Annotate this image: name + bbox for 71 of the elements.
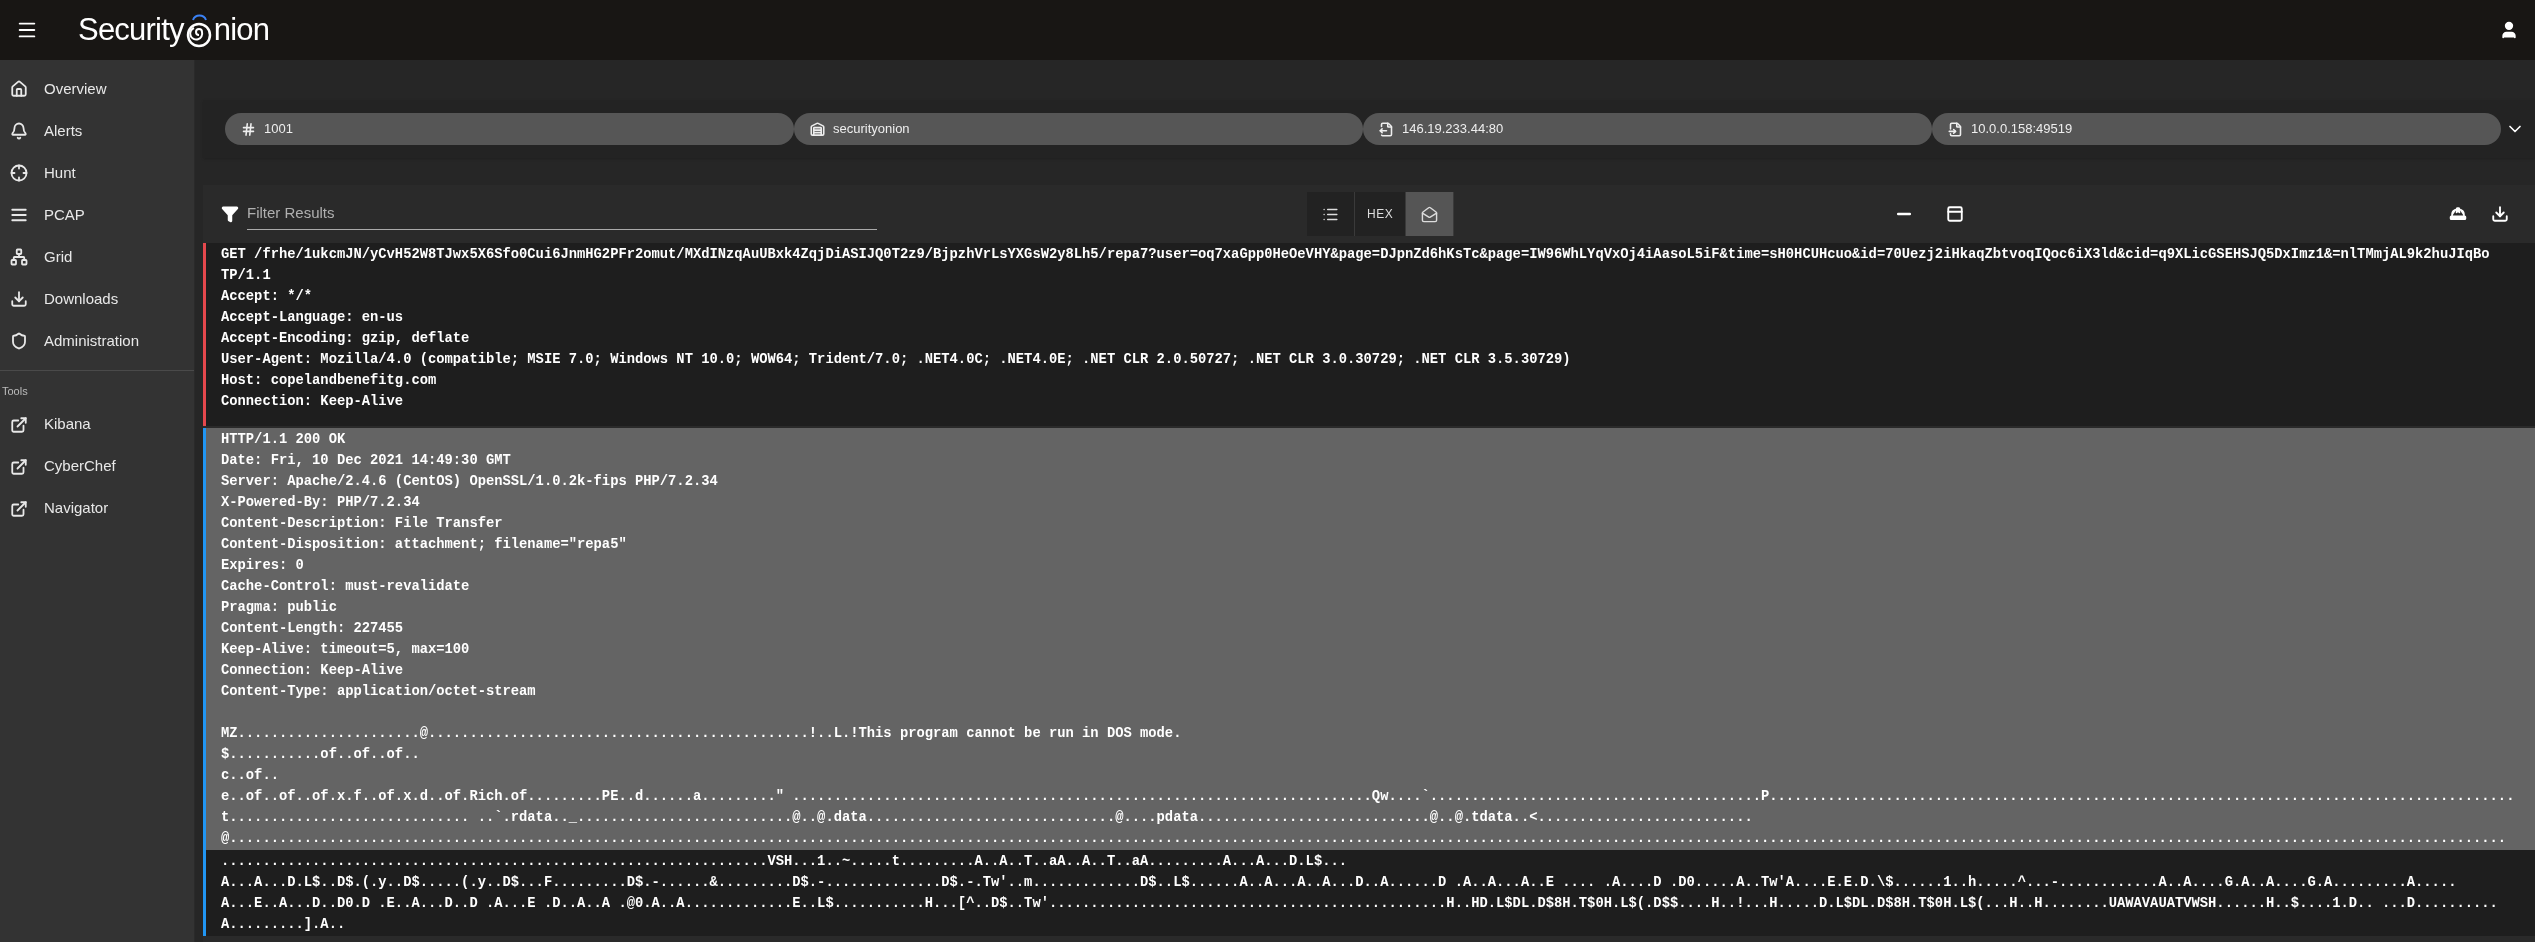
nav-item[interactable]: Alerts: [0, 110, 194, 152]
download-icon: [10, 290, 28, 308]
transcript-line: Content-Disposition: attachment; filename="repa5": [221, 536, 627, 554]
lines-icon: [10, 206, 28, 224]
filter-chip[interactable]: 1001: [225, 113, 794, 145]
transcript-line: A...E..A...D..D0.D .E..A...D..D .A...E .D..A..A .@0.A..A.............E..L$...........H...[^..D$..Tw'................................................H..HD.L$DL.D$8H.T$0H.L$(.D$$....H..!...H.....D.L$DL.D$8H.T$0H.L$(...H..H........UAWAVAUATVWSH......H..$....1.D.. ...D..........: [221, 895, 2498, 913]
transcript-line: GET /frhe/1ukcmJN/yCvH52W8TJwx5X6Sfo0Cui6JnmHG2PFr2omut/MXdINzqAuUBxk4ZqjDiASIJQ0T2z9/BjpzhVrLsYXGsW2y8Lh5/repa7?user=oq7xaGpp0HeOeVHY&page=DJpnZd6hKsTc&page=IW96WhLYqVxOj4iAasoL5iF&time=sH0HCUHcuo&id=70Uezj2iHkaqZbtvoqIQoc6iX3ld&cid=q9XLicGSEHSJQ5DxImz1&=nlTMmjAL9k2huJIqBo: [221, 246, 2490, 264]
logo-text: Security: [78, 10, 184, 49]
transcript-line: Keep-Alive: timeout=5, max=100: [221, 641, 470, 659]
transcript-line: Date: Fri, 10 Dec 2021 14:49:30 GMT: [221, 452, 511, 470]
transcript-line: c..of..: [221, 767, 279, 785]
mail-icon: [1421, 205, 1439, 223]
crosshair-icon: [10, 164, 28, 182]
hat-icon[interactable]: [2449, 205, 2467, 223]
transcript-line: MZ......................@..............................................!..L.!This program cannot be run in DOS mode.: [221, 725, 1182, 743]
transcript-line: $...........of..of..of..: [221, 746, 420, 764]
view-toggle[interactable]: [1307, 192, 1355, 236]
transcript-line: X-Powered-By: PHP/7.2.34: [221, 494, 420, 512]
transcript-line: Server: Apache/2.4.6 (CentOS) OpenSSL/1.0.2k-fips PHP/7.2.34: [221, 473, 718, 491]
transcript-line: Accept-Encoding: gzip, deflate: [221, 330, 470, 348]
network-icon: [10, 248, 28, 266]
filter-chip[interactable]: securityonion: [794, 113, 1363, 145]
nav-item[interactable]: Navigator: [0, 487, 194, 530]
filter-chip[interactable]: 10.0.0.158:49519: [1932, 113, 2501, 145]
transcript-line: Content-Length: 227455: [221, 620, 404, 638]
download-icon[interactable]: [2491, 205, 2509, 223]
nav-item[interactable]: Kibana: [0, 403, 194, 446]
external-link-icon: [10, 415, 28, 434]
nav-item[interactable]: Grid: [0, 236, 194, 278]
nav-item[interactable]: CyberChef: [0, 445, 194, 488]
transcript-line: A...A...D.L$..D$.(.y..D$.....(.y..D$...F.........D$.-......&.........D$.-..............D$.-.Tw'..m.............D$..L$......A..A...A..A...D..A......D .A..A...A..E .... .A....D .D0.....A..Tw'A....E.E.D.\$......1..h.....^...-............A..A....G.A..A....G.A.........A.....: [221, 874, 2457, 892]
logo-text: nion: [213, 10, 270, 49]
home-icon: [10, 80, 28, 98]
transcript-line: TP/1.1: [221, 267, 271, 285]
file-export-icon: [1379, 121, 1394, 137]
filter-field[interactable]: Filter Results: [247, 198, 877, 230]
view-toggle[interactable]: [1406, 192, 1455, 236]
bell-icon: [10, 122, 28, 140]
section-title: Tools: [1, 384, 29, 399]
transcript-line: User-Agent: Mozilla/4.0 (compatible; MSIE 7.0; Windows NT 10.0; WOW64; Trident/7.0; .NET4.0C; .NET4.0E; .NET CLR 2.0.50727; .NET CLR 3.0.30729; .NET CLR 3.5.30729): [221, 351, 1571, 369]
file-import-icon: [1948, 121, 1963, 137]
transcript-line: t............................. ..`.rdata.._..........................@..@.data..............................@....pdata............................@..@.tdata..<..........................: [221, 809, 1753, 827]
transcript-line: Accept-Language: en-us: [221, 309, 404, 327]
transcript-line: Connection: Keep-Alive: [221, 393, 404, 411]
transcript-line: Accept: */*: [221, 288, 313, 306]
filter-icon: [221, 205, 239, 223]
transcript-line: A.........].A..: [221, 916, 346, 934]
shield-icon: [10, 332, 28, 350]
nav-item[interactable]: Overview: [0, 68, 194, 110]
nav-item[interactable]: Downloads: [0, 278, 194, 320]
external-link-icon: [10, 457, 28, 476]
external-link-icon: [10, 499, 28, 518]
filter-chip[interactable]: 146.19.233.44:80: [1363, 113, 1932, 145]
transcript-line: e..of..of..of.x.f..of.x.d..of.Rich.of.........PE..d......a........." ......................................................................Qw....`........................................P..........................................................................................: [221, 788, 2515, 806]
transcript-line: Pragma: public: [221, 599, 337, 617]
transcript-line: Expires: 0: [221, 557, 304, 575]
hash-icon: [241, 121, 256, 137]
transcript-line: Connection: Keep-Alive: [221, 662, 404, 680]
panel-icon[interactable]: [1946, 205, 1965, 223]
transcript-line: HTTP/1.1 200 OK: [221, 431, 346, 449]
nav-item[interactable]: PCAP: [0, 194, 194, 236]
transcript-line: Content-Type: application/octet-stream: [221, 683, 536, 701]
nav-item[interactable]: Hunt: [0, 152, 194, 194]
user-icon[interactable]: [2499, 20, 2519, 40]
transcript-line: ..................................................................VSH...1..~.....t.........A..A..T..aA..A..T..aA.........A...A...D.L$...: [221, 853, 1347, 871]
transcript-line: Host: copelandbenefitg.com: [221, 372, 437, 390]
nav-item[interactable]: Administration: [0, 320, 194, 362]
transcript-line: Cache-Control: must-revalidate: [221, 578, 470, 596]
view-toggle[interactable]: HEX: [1355, 192, 1407, 236]
transcript-line: @...................................................................................................................................................................................................................................................................................: [221, 830, 2507, 848]
transcript-line: Content-Description: File Transfer: [221, 515, 503, 533]
